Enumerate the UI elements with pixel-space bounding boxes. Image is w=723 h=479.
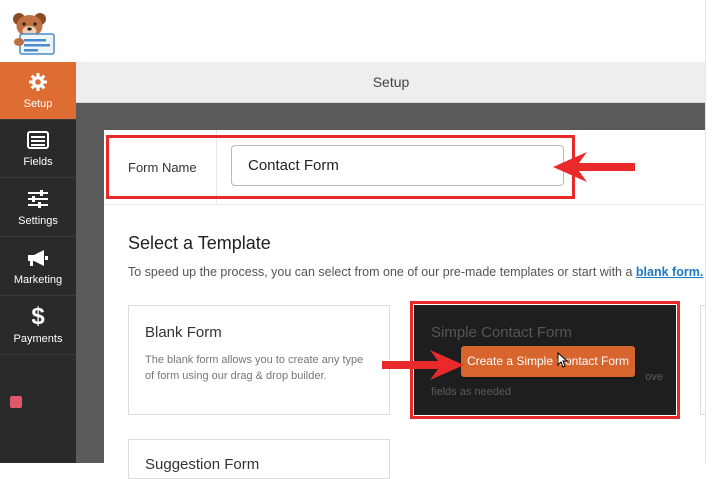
fields-list-icon <box>0 128 76 152</box>
sidebar-item-fields[interactable]: Fields <box>0 120 76 178</box>
annotation-arrow-icon <box>382 350 464 380</box>
section-title: Select a Template <box>128 233 271 253</box>
wpforms-bear-logo <box>13 13 55 55</box>
sidebar-item-label: Marketing <box>13 274 63 286</box>
card-description: The blank form allows you to create any … <box>145 354 364 382</box>
card-title: Blank Form <box>145 324 222 341</box>
sidebar-item-label: Payments <box>13 333 63 345</box>
page-title: Setup <box>76 62 706 103</box>
megaphone-icon <box>0 246 76 270</box>
blank-form-link[interactable]: blank form. <box>636 265 703 279</box>
sidebar-item-label: Settings <box>18 215 58 227</box>
description-text: To speed up the process, you can select … <box>128 265 633 279</box>
sidebar-item-label: Setup <box>23 98 53 110</box>
builder-sidebar: Setup Fields Settings Marketing $ Paymen… <box>0 62 76 463</box>
gear-icon <box>0 70 76 94</box>
sliders-icon <box>0 187 76 211</box>
sidebar-item-label: Fields <box>23 156 53 168</box>
sidebar-item-settings[interactable]: Settings <box>0 179 76 237</box>
top-bar <box>0 0 706 63</box>
section-description: To speed up the process, you can select … <box>128 265 703 279</box>
sidebar-item-marketing[interactable]: Marketing <box>0 238 76 296</box>
template-card-blank[interactable]: Blank Form The blank form allows you to … <box>128 305 390 415</box>
highlight-box-form-name <box>106 135 575 199</box>
right-edge-strip <box>705 0 723 463</box>
template-card-suggestion[interactable]: Suggestion Form <box>128 439 390 479</box>
sidebar-item-payments[interactable]: $ Payments <box>0 297 76 355</box>
annotation-arrow-icon <box>553 152 635 182</box>
dollar-icon: $ <box>31 303 45 330</box>
sidebar-marker <box>10 396 22 408</box>
card-title: Suggestion Form <box>145 456 260 473</box>
sidebar-item-setup[interactable]: Setup <box>0 62 76 120</box>
